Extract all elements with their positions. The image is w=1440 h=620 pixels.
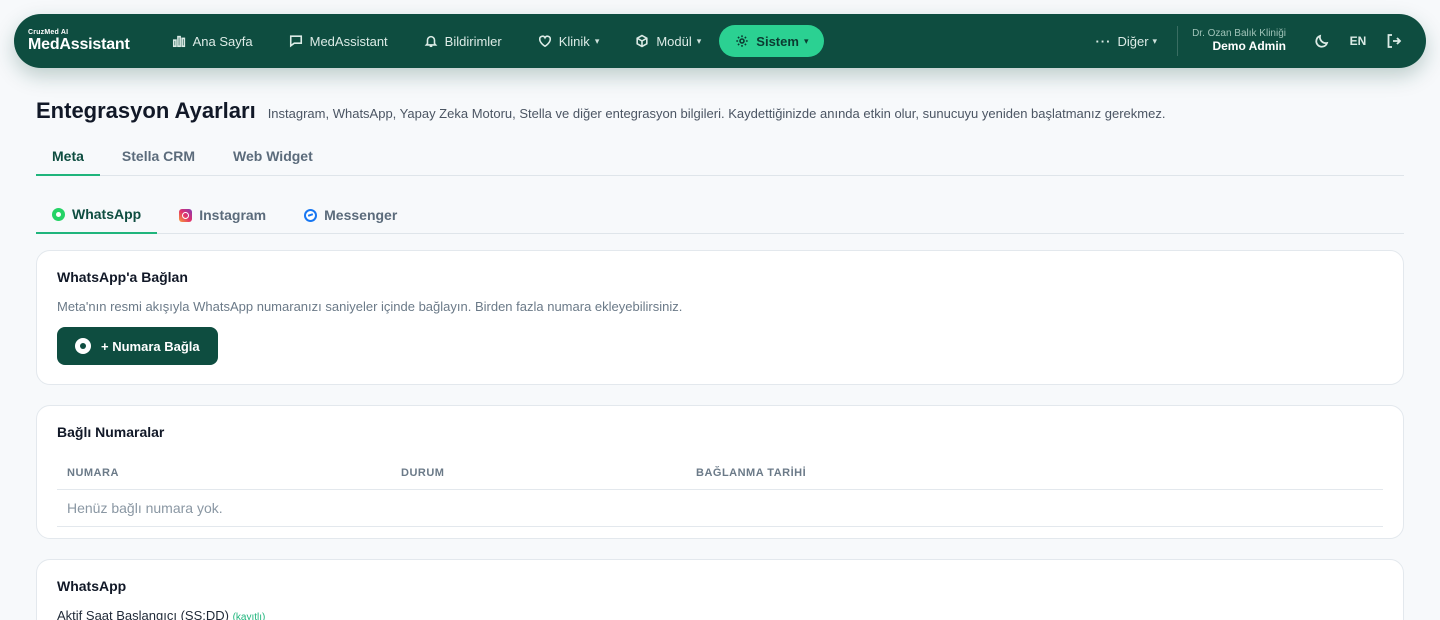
chevron-down-icon: ▾ xyxy=(1152,35,1158,46)
user-info[interactable]: Dr. Ozan Balık Kliniği Demo Admin xyxy=(1192,28,1286,53)
gear-icon xyxy=(736,35,748,47)
table-empty-row: Henüz bağlı numara yok. xyxy=(57,490,1383,527)
logout-icon xyxy=(1387,34,1402,48)
primary-tabs: Meta Stella CRM Web Widget xyxy=(36,138,1404,176)
brand-name: MedAssistant xyxy=(28,36,130,53)
language-toggle[interactable]: EN xyxy=(1340,25,1376,57)
more-menu[interactable]: ··· Diğer ▾ xyxy=(1075,34,1177,49)
nav-item-label: Bildirimler xyxy=(444,33,502,49)
card-title: WhatsApp'a Bağlan xyxy=(57,269,188,285)
chevron-down-icon: ▾ xyxy=(696,35,702,46)
messenger-icon xyxy=(304,208,318,222)
connected-numbers-card: Bağlı Numaralar NUMARA DURUM BAĞLANMA TA… xyxy=(36,405,1404,539)
chat-icon xyxy=(289,35,302,48)
saved-tag: (kayıtlı) xyxy=(232,612,266,620)
whatsapp-icon xyxy=(75,338,91,354)
connect-whatsapp-card: WhatsApp'a Bağlan Meta'nın resmi akışıyl… xyxy=(36,250,1404,385)
tab-label: Messenger xyxy=(324,207,398,223)
cube-icon xyxy=(636,34,648,48)
nav-item-klinik[interactable]: Klinik ▾ xyxy=(520,25,618,57)
numbers-table: NUMARA DURUM BAĞLANMA TARİHİ Henüz bağlı… xyxy=(57,456,1383,527)
nav-item-label: MedAssistant xyxy=(309,33,388,49)
brand-small: CruzMed AI xyxy=(28,29,69,36)
brand-logo[interactable]: CruzMed AI MedAssistant xyxy=(28,29,130,53)
column-header-date[interactable]: BAĞLANMA TARİHİ xyxy=(686,467,1383,479)
tab-instagram[interactable]: Instagram xyxy=(163,196,282,234)
tab-whatsapp[interactable]: WhatsApp xyxy=(36,196,158,234)
active-hours-start-label: Aktif Saat Başlangıcı (SS:DD) (kayıtlı) xyxy=(57,608,1383,620)
instagram-icon xyxy=(179,208,193,222)
tab-meta[interactable]: Meta xyxy=(36,138,100,176)
page-title: Entegrasyon Ayarları xyxy=(36,98,256,123)
top-navbar: CruzMed AI MedAssistant Ana Sayfa MedAss… xyxy=(14,14,1426,68)
page-header: Entegrasyon Ayarları Instagram, WhatsApp… xyxy=(36,98,1165,124)
bell-icon xyxy=(424,35,438,48)
card-title: WhatsApp xyxy=(57,578,127,594)
button-label: + Numara Bağla xyxy=(101,338,200,354)
nav-item-label: Sistem xyxy=(756,33,799,49)
chart-icon xyxy=(172,35,185,48)
nav-item-bildirimler[interactable]: Bildirimler xyxy=(406,25,520,57)
user-name: Demo Admin xyxy=(1212,38,1286,53)
nav-item-modul[interactable]: Modül ▾ xyxy=(617,25,719,57)
chevron-down-icon: ▾ xyxy=(594,35,600,46)
chevron-down-icon: ▾ xyxy=(803,35,809,46)
table-header: NUMARA DURUM BAĞLANMA TARİHİ xyxy=(57,456,1383,490)
tab-stella-crm[interactable]: Stella CRM xyxy=(106,138,211,176)
more-dots-icon: ··· xyxy=(1095,33,1112,49)
nav-item-label: Ana Sayfa xyxy=(192,33,253,49)
page-description: Instagram, WhatsApp, Yapay Zeka Motoru, … xyxy=(267,106,1166,121)
nav-items: Ana Sayfa MedAssistant Bildirimler Klini… xyxy=(154,25,825,57)
column-header-status[interactable]: DURUM xyxy=(391,467,686,479)
card-subtitle: Meta'nın resmi akışıyla WhatsApp numaran… xyxy=(57,299,683,314)
field-label-text: Aktif Saat Başlangıcı (SS:DD) xyxy=(57,608,229,620)
tab-label: Instagram xyxy=(199,207,267,223)
nav-divider xyxy=(1177,26,1179,56)
tab-messenger[interactable]: Messenger xyxy=(288,196,413,234)
connect-number-button[interactable]: + Numara Bağla xyxy=(57,327,218,365)
nav-item-label: Modül xyxy=(656,33,692,49)
logout-button[interactable] xyxy=(1376,25,1412,57)
tab-web-widget[interactable]: Web Widget xyxy=(217,138,329,176)
whatsapp-icon xyxy=(52,207,65,221)
heart-icon xyxy=(538,35,551,48)
nav-item-ana-sayfa[interactable]: Ana Sayfa xyxy=(154,25,271,57)
column-header-number[interactable]: NUMARA xyxy=(57,467,391,479)
more-label: Diğer xyxy=(1117,33,1149,49)
tab-label: WhatsApp xyxy=(72,206,142,222)
card-title: Bağlı Numaralar xyxy=(57,424,165,440)
moon-icon xyxy=(1315,34,1329,48)
theme-toggle[interactable] xyxy=(1304,25,1340,57)
nav-right: ··· Diğer ▾ Dr. Ozan Balık Kliniği Demo … xyxy=(1075,25,1412,57)
nav-item-medassistant[interactable]: MedAssistant xyxy=(271,25,406,57)
nav-item-label: Klinik xyxy=(558,33,590,49)
channel-tabs: WhatsApp Instagram Messenger xyxy=(36,196,1404,234)
nav-item-sistem[interactable]: Sistem ▾ xyxy=(719,25,825,57)
whatsapp-settings-card: WhatsApp Aktif Saat Başlangıcı (SS:DD) (… xyxy=(36,559,1404,620)
